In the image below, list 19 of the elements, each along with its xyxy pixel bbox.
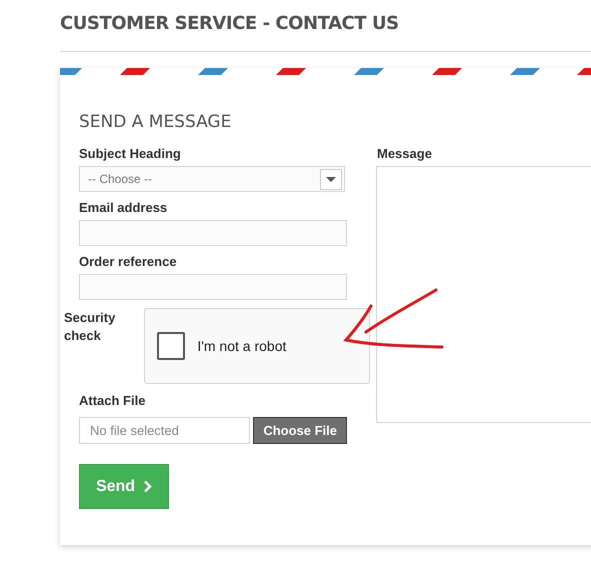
choose-file-button[interactable]: Choose File — [253, 417, 347, 444]
order-reference-field[interactable] — [79, 274, 347, 300]
form-title: SEND A MESSAGE — [79, 112, 232, 132]
field-label: Message — [377, 146, 432, 162]
send-button[interactable]: Send — [79, 464, 169, 509]
chevron-right-icon — [143, 480, 152, 493]
field-label: Email address — [79, 200, 168, 216]
captcha-checkbox[interactable] — [157, 332, 186, 360]
email-field[interactable] — [79, 220, 347, 246]
subject-select[interactable]: -- Choose -- — [79, 166, 345, 192]
captcha-label: I'm not a robot — [197, 336, 286, 356]
dropdown-icon — [320, 168, 342, 190]
field-label: Security check — [64, 309, 116, 345]
message-field[interactable] — [376, 166, 591, 423]
field-label: Order reference — [79, 254, 177, 270]
page-title: CUSTOMER SERVICE - CONTACT US — [60, 12, 399, 36]
field-label: Attach File — [79, 393, 146, 409]
file-name-field: No file selected — [79, 417, 250, 444]
field-label: Subject Heading — [79, 146, 181, 162]
